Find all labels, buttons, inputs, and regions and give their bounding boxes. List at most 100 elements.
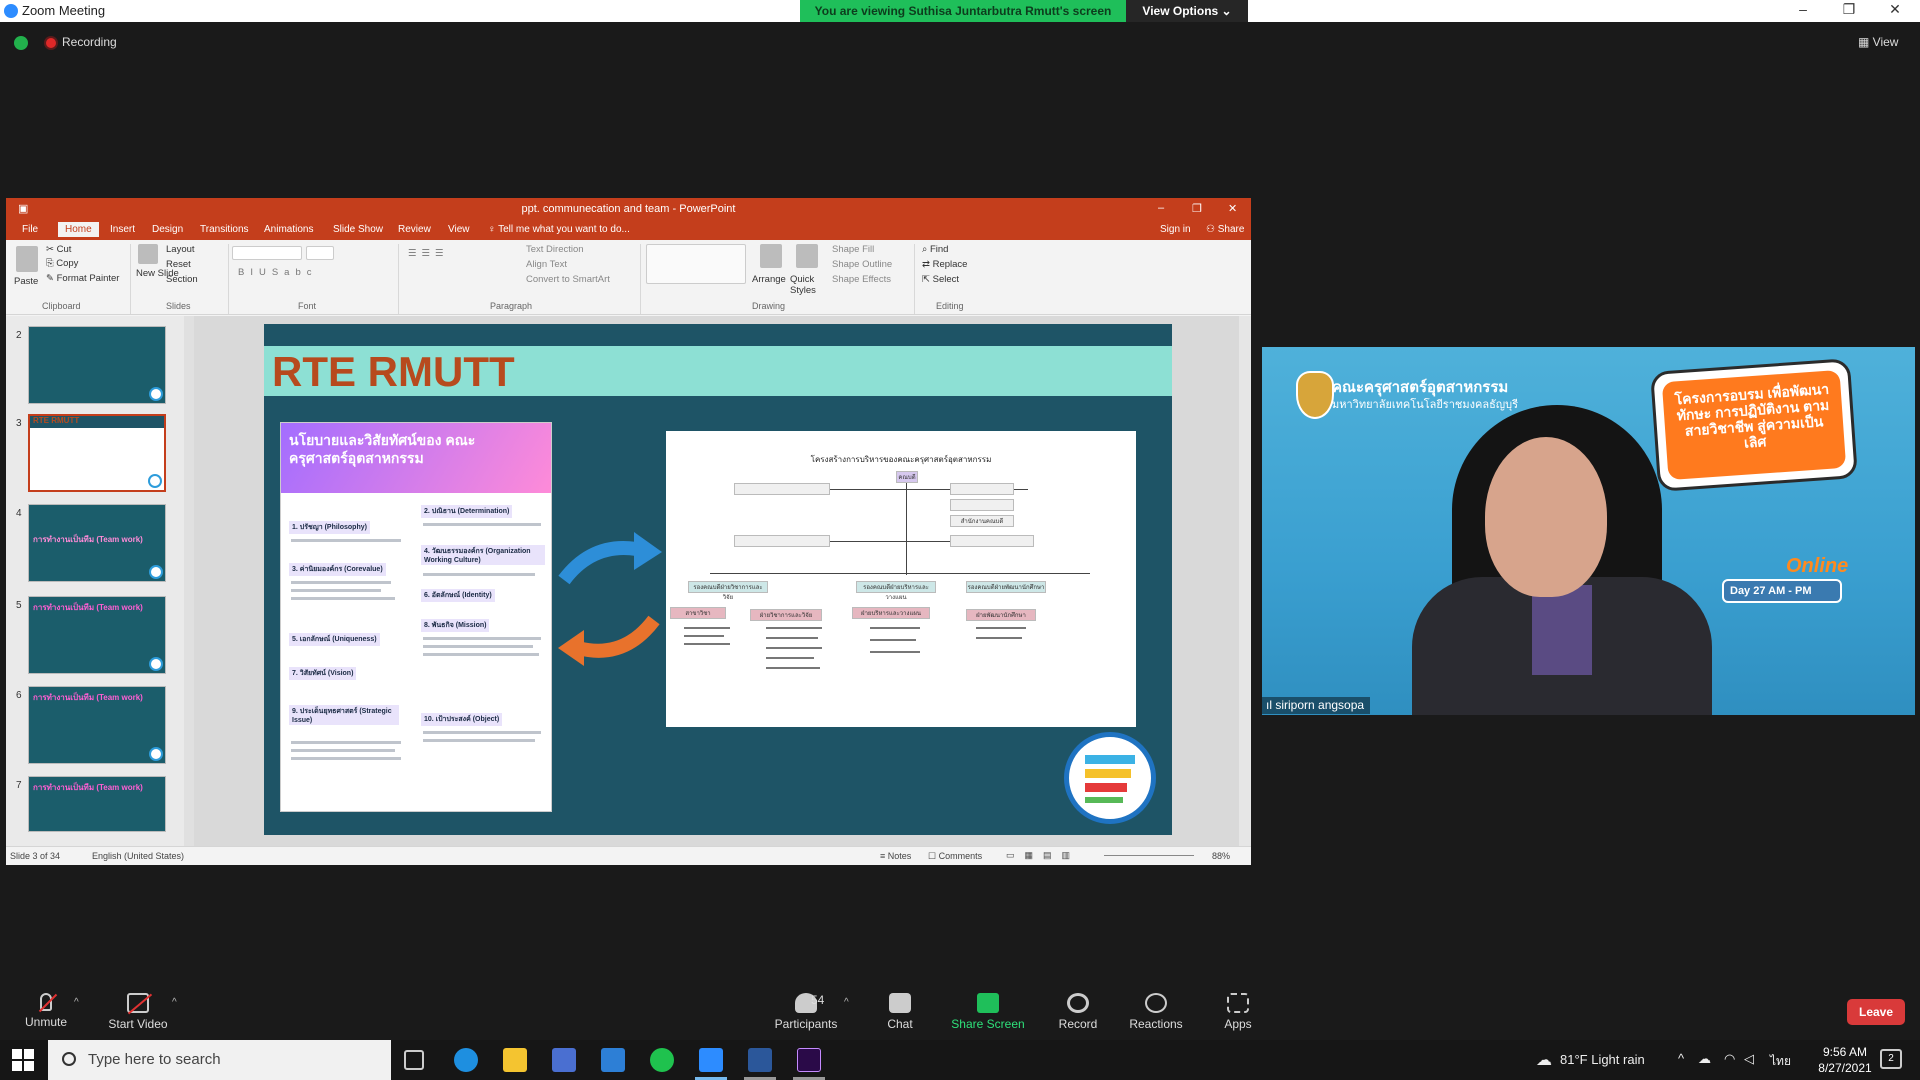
section-button[interactable]: Section <box>166 274 198 285</box>
slide-thumbnail[interactable] <box>28 326 166 404</box>
maximize-button[interactable]: ❐ <box>1826 1 1872 21</box>
shapes-gallery[interactable] <box>646 244 746 284</box>
new-slide-icon[interactable] <box>138 244 158 264</box>
find-button[interactable]: ⌕ Find <box>922 244 948 255</box>
tab-animations[interactable]: Animations <box>264 224 313 235</box>
notification-center-icon[interactable]: 2 <box>1880 1049 1902 1069</box>
wifi-icon[interactable]: ◠ <box>1724 1051 1735 1067</box>
zoom-slider[interactable] <box>1104 855 1194 856</box>
video-options-caret[interactable]: ^ <box>172 997 177 1008</box>
encryption-shield-icon[interactable] <box>14 36 28 50</box>
recording-label[interactable]: Recording <box>62 35 117 49</box>
tab-insert[interactable]: Insert <box>110 224 135 235</box>
save-icon[interactable]: ▣ <box>18 202 28 215</box>
tab-transitions[interactable]: Transitions <box>200 224 249 235</box>
leave-button[interactable]: Leave <box>1847 999 1905 1025</box>
tab-review[interactable]: Review <box>398 224 431 235</box>
minimize-button[interactable]: – <box>1780 1 1826 21</box>
zoom-level[interactable]: 88% <box>1212 851 1230 861</box>
audio-options-caret[interactable]: ^ <box>74 997 79 1008</box>
reset-button[interactable]: Reset <box>166 259 191 270</box>
font-size-select[interactable] <box>306 246 334 260</box>
quick-styles-icon[interactable] <box>796 244 818 268</box>
align-text-button[interactable]: Align Text <box>526 259 567 270</box>
view-button[interactable]: ▦ View <box>1858 35 1898 49</box>
shape-fill-button[interactable]: Shape Fill <box>832 244 874 255</box>
arrange-button[interactable]: Arrange <box>752 274 786 285</box>
windows-start-icon[interactable] <box>12 1049 34 1071</box>
weather-icon[interactable]: ☁ <box>1536 1050 1552 1070</box>
format-painter-button[interactable]: ✎ Format Painter <box>46 273 119 284</box>
tray-expand-icon[interactable]: ^ <box>1678 1051 1684 1066</box>
cut-button[interactable]: ✂ Cut <box>46 244 71 255</box>
paste-icon[interactable] <box>16 246 38 272</box>
font-family-select[interactable] <box>232 246 302 260</box>
task-view-icon[interactable] <box>404 1050 424 1070</box>
tab-view[interactable]: View <box>448 224 470 235</box>
volume-icon[interactable]: ◁ <box>1744 1051 1754 1067</box>
sign-in-link[interactable]: Sign in <box>1160 224 1191 235</box>
slide-thumbnail[interactable]: การทำงานเป็นทีม (Team work) <box>28 686 166 764</box>
line-app-icon[interactable] <box>650 1048 674 1072</box>
slide-thumbnail[interactable]: การทำงานเป็นทีม (Team work) <box>28 596 166 674</box>
premiere-icon[interactable] <box>797 1048 821 1072</box>
text-direction-button[interactable]: Text Direction <box>526 244 584 255</box>
view-mode-buttons[interactable]: ▭▦▤▥ <box>1006 850 1080 861</box>
taskbar-clock[interactable]: 9:56 AM 8/27/2021 <box>1810 1044 1880 1076</box>
convert-smartart-button[interactable]: Convert to SmartArt <box>526 274 610 285</box>
view-options-button[interactable]: View Options ⌄ <box>1126 0 1248 22</box>
tab-slide-show[interactable]: Slide Show <box>333 224 383 235</box>
chat-button[interactable]: Chat <box>860 987 940 1031</box>
mail-icon[interactable] <box>601 1048 625 1072</box>
participants-caret[interactable]: ^ <box>844 997 849 1008</box>
tab-home[interactable]: Home <box>58 222 99 237</box>
taskbar-search-box[interactable]: Type here to search <box>48 1040 391 1080</box>
participant-video-tile[interactable]: คณะครุศาสตร์อุตสาหกรรม มหาวิทยาลัยเทคโนโ… <box>1262 347 1915 715</box>
comments-button[interactable]: ☐ Comments <box>928 851 982 862</box>
zoom-app-icon[interactable] <box>699 1048 723 1072</box>
language-status[interactable]: English (United States) <box>92 851 184 861</box>
tab-design[interactable]: Design <box>152 224 183 235</box>
copy-button[interactable]: ⎘ Copy <box>46 258 78 269</box>
font-format-buttons[interactable]: BIUSabc <box>238 267 318 278</box>
tell-me-box[interactable]: ♀ Tell me what you want to do... <box>488 224 630 235</box>
share-button[interactable]: ⚇ Share <box>1206 224 1244 235</box>
participants-button[interactable]: Participants <box>756 987 856 1031</box>
word-icon[interactable] <box>748 1048 772 1072</box>
share-screen-button[interactable]: Share Screen <box>948 987 1028 1031</box>
close-button[interactable]: ✕ <box>1872 1 1918 21</box>
slide-thumbnails-pane[interactable]: 2 3 RTE RMUTT 4 การทำงานเป็นทีม (Team wo… <box>6 316 184 846</box>
ppt-restore-button[interactable]: ❐ <box>1192 202 1202 215</box>
slide-thumbnail-selected[interactable]: RTE RMUTT <box>28 414 166 492</box>
poster-text-line <box>291 589 381 592</box>
edge-icon[interactable] <box>454 1048 478 1072</box>
start-video-button[interactable]: Start Video <box>98 987 178 1031</box>
arrange-icon[interactable] <box>760 244 782 268</box>
select-button[interactable]: ⇱ Select <box>922 274 959 285</box>
ppt-minimize-button[interactable]: – <box>1158 202 1164 214</box>
weather-text[interactable]: 81°F Light rain <box>1560 1052 1645 1067</box>
ppt-close-button[interactable]: ✕ <box>1228 202 1237 215</box>
slide-scrollbar[interactable] <box>1239 316 1251 846</box>
onedrive-icon[interactable]: ☁ <box>1698 1051 1711 1067</box>
replace-button[interactable]: ⇄ Replace <box>922 259 967 270</box>
slide-thumbnail[interactable]: การทำงานเป็นทีม (Team work) <box>28 776 166 832</box>
quick-styles-button[interactable]: Quick Styles <box>790 274 824 296</box>
layout-button[interactable]: Layout <box>166 244 195 255</box>
apps-button[interactable]: Apps <box>1198 987 1278 1031</box>
shape-outline-button[interactable]: Shape Outline <box>832 259 892 270</box>
reactions-button[interactable]: Reactions <box>1116 987 1196 1031</box>
record-button[interactable]: Record <box>1038 987 1118 1031</box>
slide-thumbnail[interactable]: การทำงานเป็นทีม (Team work) <box>28 504 166 582</box>
tab-file[interactable]: File <box>22 224 38 235</box>
paste-button[interactable]: Paste <box>14 276 38 287</box>
file-explorer-icon[interactable] <box>503 1048 527 1072</box>
thumbnail-scrollbar[interactable] <box>184 316 194 846</box>
paragraph-buttons[interactable]: ☰☰☰ <box>408 248 449 259</box>
slide-canvas[interactable]: RTE RMUTT นโยบายและวิสัยทัศน์ของ คณะครุศ… <box>264 324 1172 835</box>
unmute-button[interactable]: Unmute <box>6 987 86 1029</box>
input-language[interactable]: ไทย <box>1770 1052 1791 1071</box>
store-icon[interactable] <box>552 1048 576 1072</box>
shape-effects-button[interactable]: Shape Effects <box>832 274 891 285</box>
notes-button[interactable]: ≡ Notes <box>880 851 911 861</box>
